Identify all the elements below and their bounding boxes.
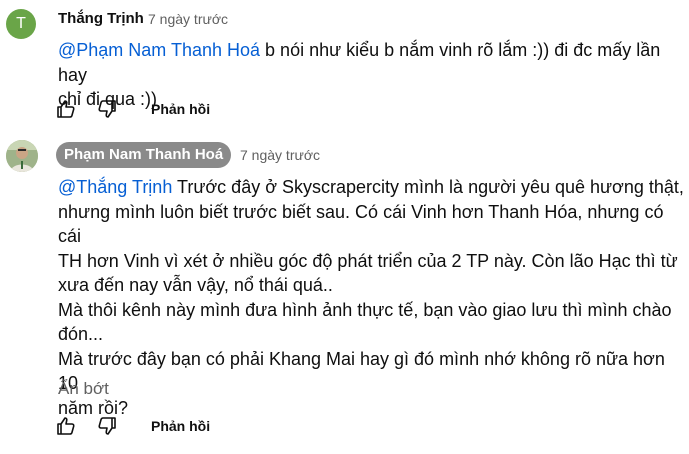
comment-text-line: Mà thôi kênh này mình đưa hình ảnh thực … bbox=[58, 299, 672, 320]
thumbs-down-icon[interactable] bbox=[95, 414, 119, 438]
avatar[interactable]: T bbox=[6, 9, 36, 39]
comment-timestamp[interactable]: 7 ngày trước bbox=[148, 11, 228, 27]
avatar[interactable] bbox=[6, 140, 38, 172]
comment-text: @Thắng Trịnh Trước đây ở Skyscrapercity … bbox=[58, 175, 689, 420]
mention-link[interactable]: @Thắng Trịnh bbox=[58, 177, 172, 197]
avatar-letter: T bbox=[16, 15, 26, 32]
comment-text-line: Trước đây ở Skyscrapercity mình là người… bbox=[172, 177, 684, 197]
comment-text-line: Mà trước đây bạn có phải Khang Mai hay g… bbox=[58, 348, 665, 394]
comment-author[interactable]: Thắng Trịnh bbox=[58, 10, 144, 27]
comment-text-line: nhưng mình luôn biết trước biết sau. Có … bbox=[58, 201, 664, 247]
comment-author-badge[interactable]: Phạm Nam Thanh Hoá bbox=[56, 142, 232, 168]
comment-text-line: TH hơn Vinh vì xét ở nhiều góc độ phát t… bbox=[58, 250, 678, 271]
show-less-button[interactable]: Ẩn bớt bbox=[58, 379, 109, 399]
comment-text-line: xưa đến nay vẫn vậy, nổ thái quá.. bbox=[58, 275, 333, 295]
reply-button[interactable]: Phản hồi bbox=[151, 101, 210, 117]
comment-text-line: đón... bbox=[58, 324, 104, 344]
reply-button[interactable]: Phản hồi bbox=[151, 418, 210, 434]
comment-text-line: năm rồi? bbox=[58, 397, 129, 418]
thumbs-down-icon[interactable] bbox=[95, 97, 119, 121]
comment-timestamp[interactable]: 7 ngày trước bbox=[240, 147, 320, 163]
thumbs-up-icon[interactable] bbox=[54, 414, 78, 438]
mention-link[interactable]: @Phạm Nam Thanh Hoá bbox=[58, 40, 260, 60]
avatar-photo-icon bbox=[6, 140, 38, 172]
thumbs-up-icon[interactable] bbox=[54, 97, 78, 121]
